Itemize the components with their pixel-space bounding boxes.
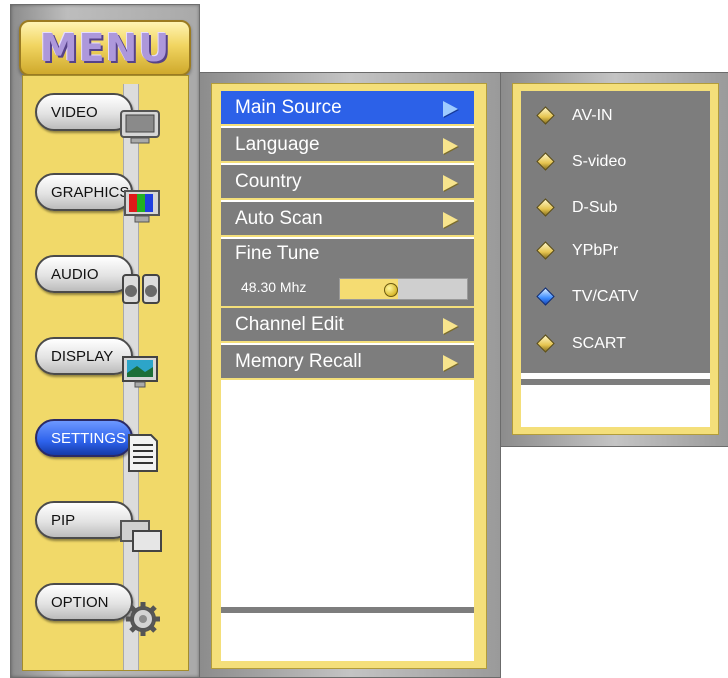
menu-row-main-source[interactable]: Main Source — [221, 91, 474, 126]
monitor-icon — [120, 110, 160, 144]
menu-title: MENU — [39, 26, 171, 70]
source-item-ypbpr[interactable]: YPbPr — [521, 232, 710, 272]
menu-row-auto-scan[interactable]: Auto Scan — [221, 202, 474, 237]
color-bars-icon — [124, 190, 160, 223]
arrow-right-icon — [443, 355, 458, 371]
diamond-bullet-icon — [536, 334, 555, 353]
pip-icon — [120, 520, 162, 552]
source-label: TV/CATV — [572, 288, 639, 305]
source-list: AV-IN S-video D-Sub YPbPr TV/CATV SCART — [521, 91, 710, 373]
diamond-bullet-icon — [536, 287, 555, 306]
diamond-bullet-icon — [536, 106, 555, 125]
document-icon — [128, 434, 158, 472]
menu-item-video[interactable]: VIDEO — [35, 93, 195, 153]
menu-item-option[interactable]: OPTION — [35, 583, 195, 643]
speaker-icon — [122, 274, 160, 304]
menu-item-audio[interactable]: AUDIO — [35, 255, 195, 315]
source-list-container: AV-IN S-video D-Sub YPbPr TV/CATV SCART — [521, 91, 710, 427]
source-label: S-video — [572, 153, 627, 170]
memory-recall-label: Memory Recall — [235, 350, 362, 372]
arrow-right-icon — [443, 175, 458, 191]
main-source-label: Main Source — [235, 96, 342, 118]
source-divider — [521, 379, 710, 385]
source-label: YPbPr — [572, 242, 619, 259]
settings-frame: Main Source Language Country Auto Scan F… — [211, 83, 487, 669]
main-menu-panel: MENU VIDEO GRAPHICS AUDIO DISPLAY SETTIN… — [10, 4, 200, 678]
arrow-right-icon — [443, 212, 458, 228]
source-item-s-video[interactable]: S-video — [521, 143, 710, 183]
settings-divider — [221, 607, 474, 613]
menu-item-display[interactable]: DISPLAY — [35, 337, 195, 397]
fine-tune-slider[interactable] — [339, 278, 468, 300]
source-label: AV-IN — [572, 107, 613, 124]
fine-tune-value: 48.30 Mhz — [241, 279, 307, 295]
country-label: Country — [235, 170, 302, 192]
menu-item-pip[interactable]: PIP — [35, 501, 195, 561]
diamond-bullet-icon — [536, 241, 555, 260]
gear-icon — [126, 602, 160, 636]
diamond-bullet-icon — [536, 198, 555, 217]
menu-row-country[interactable]: Country — [221, 165, 474, 200]
menu-item-graphics[interactable]: GRAPHICS — [35, 173, 195, 233]
menu-row-memory-recall[interactable]: Memory Recall — [221, 345, 474, 380]
source-item-tv-catv[interactable]: TV/CATV — [521, 278, 710, 318]
source-label: SCART — [572, 335, 626, 352]
settings-list: Main Source Language Country Auto Scan F… — [221, 91, 474, 661]
source-frame: AV-IN S-video D-Sub YPbPr TV/CATV SCART — [512, 83, 719, 435]
fine-tune-row[interactable]: Fine Tune 48.30 Mhz — [221, 239, 474, 308]
arrow-right-icon — [443, 318, 458, 334]
channel-edit-label: Channel Edit — [235, 313, 344, 335]
menu-row-language[interactable]: Language — [221, 128, 474, 163]
arrow-right-icon — [443, 101, 458, 117]
source-label: D-Sub — [572, 199, 618, 216]
display-icon — [122, 356, 158, 388]
language-label: Language — [235, 133, 320, 155]
source-item-av-in[interactable]: AV-IN — [521, 97, 710, 137]
menu-logo: MENU — [19, 20, 191, 76]
settings-panel: Main Source Language Country Auto Scan F… — [199, 72, 501, 678]
menu-row-channel-edit[interactable]: Channel Edit — [221, 308, 474, 343]
diamond-bullet-icon — [536, 152, 555, 171]
menu-item-settings[interactable]: SETTINGS — [35, 419, 195, 479]
auto-scan-label: Auto Scan — [235, 207, 323, 229]
arrow-right-icon — [443, 138, 458, 154]
fine-tune-label: Fine Tune — [235, 243, 320, 264]
source-item-d-sub[interactable]: D-Sub — [521, 189, 710, 229]
source-panel: AV-IN S-video D-Sub YPbPr TV/CATV SCART — [500, 72, 728, 447]
fine-tune-slider-knob[interactable] — [384, 283, 398, 297]
source-item-scart[interactable]: SCART — [521, 325, 710, 365]
